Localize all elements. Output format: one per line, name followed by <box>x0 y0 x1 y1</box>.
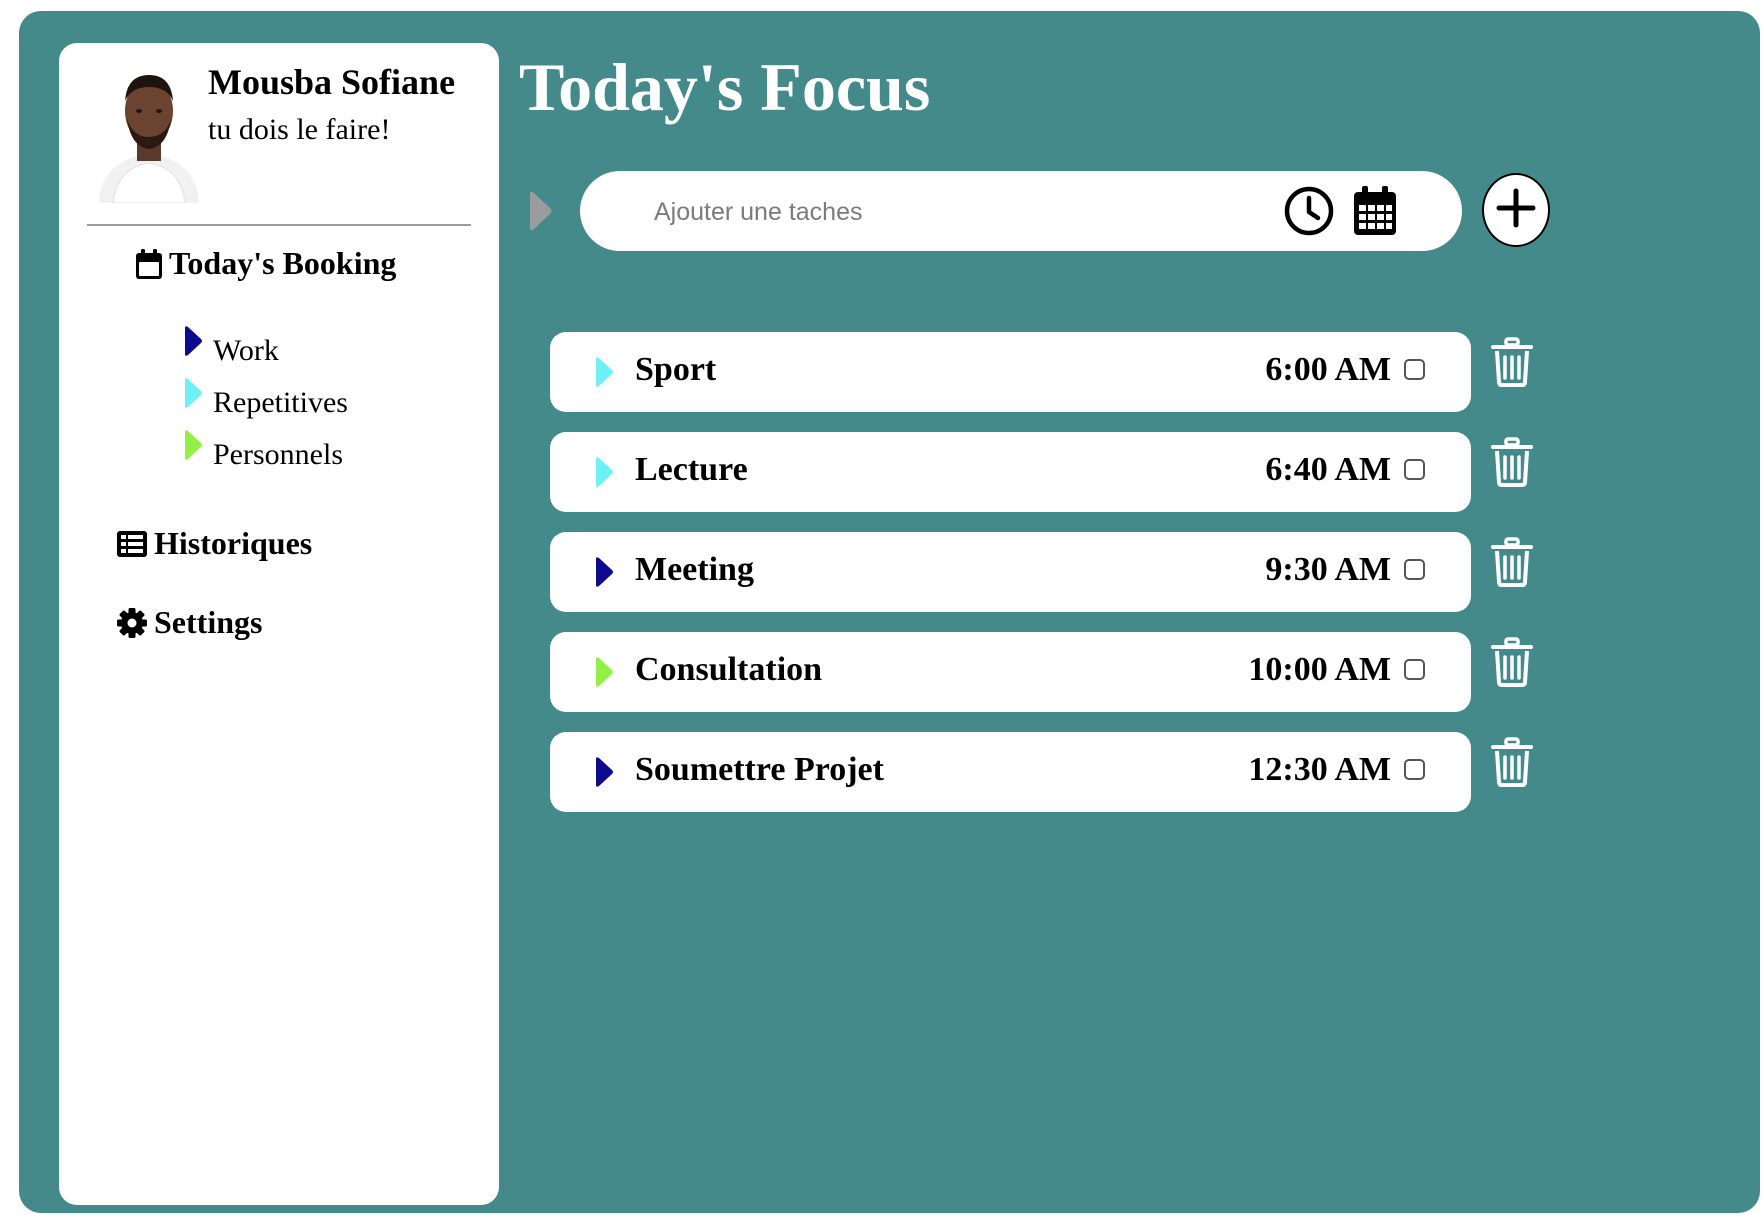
trash-icon[interactable] <box>1491 737 1533 792</box>
play-triangle-icon <box>594 356 614 393</box>
task-name: Soumettre Projet <box>635 751 884 788</box>
nav-todays-booking[interactable]: Today's Booking <box>135 245 396 282</box>
task-checkbox[interactable] <box>1404 459 1425 480</box>
add-task-button[interactable] <box>1482 173 1550 247</box>
trash-icon[interactable] <box>1491 437 1533 492</box>
trash-icon[interactable] <box>1491 337 1533 392</box>
nav-historiques[interactable]: Historiques <box>116 525 312 562</box>
task-time: 9:30 AM <box>1265 551 1391 588</box>
play-triangle-icon <box>183 377 203 417</box>
category-selector-icon[interactable] <box>527 190 553 237</box>
play-triangle-icon <box>183 429 203 469</box>
nav-settings-label: Settings <box>154 604 263 640</box>
sidebar-divider <box>87 224 471 226</box>
category-personnels-label: Personnels <box>213 438 343 471</box>
page-title: Today's Focus <box>519 49 931 125</box>
play-triangle-icon <box>183 325 203 365</box>
table-list-icon <box>116 530 148 558</box>
task-name: Sport <box>635 351 717 388</box>
category-work[interactable]: Work <box>183 326 279 371</box>
category-repetitives[interactable]: Repetitives <box>183 378 348 423</box>
gear-icon <box>116 607 148 639</box>
sidebar: Mousba Sofiane tu dois le faire! Today's… <box>59 43 499 1205</box>
task-checkbox[interactable] <box>1404 659 1425 680</box>
category-personnels[interactable]: Personnels <box>183 430 343 475</box>
task-row[interactable]: Sport 6:00 AM <box>550 332 1471 412</box>
calendar-icon <box>135 248 163 280</box>
nav-todays-booking-label: Today's Booking <box>169 245 397 281</box>
category-work-label: Work <box>213 334 279 367</box>
task-name: Consultation <box>635 651 823 688</box>
task-checkbox[interactable] <box>1404 759 1425 780</box>
play-triangle-icon <box>594 656 614 693</box>
nav-historiques-label: Historiques <box>154 525 313 561</box>
nav-settings[interactable]: Settings <box>116 604 262 641</box>
calendar-icon[interactable] <box>1352 185 1398 242</box>
category-repetitives-label: Repetitives <box>213 386 348 419</box>
plus-icon <box>1495 187 1537 234</box>
task-row[interactable]: Consultation 10:00 AM <box>550 632 1471 712</box>
task-checkbox[interactable] <box>1404 359 1425 380</box>
user-motto: tu dois le faire! <box>208 113 391 146</box>
task-name: Meeting <box>635 551 754 588</box>
user-name: Mousba Sofiane <box>208 62 456 102</box>
task-time: 12:30 AM <box>1248 751 1391 788</box>
task-time: 6:40 AM <box>1265 451 1391 488</box>
play-triangle-icon <box>594 756 614 793</box>
task-row[interactable]: Soumettre Projet 12:30 AM <box>550 732 1471 812</box>
trash-icon[interactable] <box>1491 637 1533 692</box>
avatar <box>93 53 205 204</box>
task-row[interactable]: Lecture 6:40 AM <box>550 432 1471 512</box>
task-time: 6:00 AM <box>1265 351 1391 388</box>
play-triangle-icon <box>594 556 614 593</box>
task-name: Lecture <box>635 451 748 488</box>
add-task-input[interactable] <box>652 185 1256 239</box>
task-checkbox[interactable] <box>1404 559 1425 580</box>
clock-icon[interactable] <box>1283 185 1335 242</box>
play-triangle-icon <box>594 456 614 493</box>
task-time: 10:00 AM <box>1248 651 1391 688</box>
task-row[interactable]: Meeting 9:30 AM <box>550 532 1471 612</box>
add-task-bar <box>580 171 1462 251</box>
trash-icon[interactable] <box>1491 537 1533 592</box>
